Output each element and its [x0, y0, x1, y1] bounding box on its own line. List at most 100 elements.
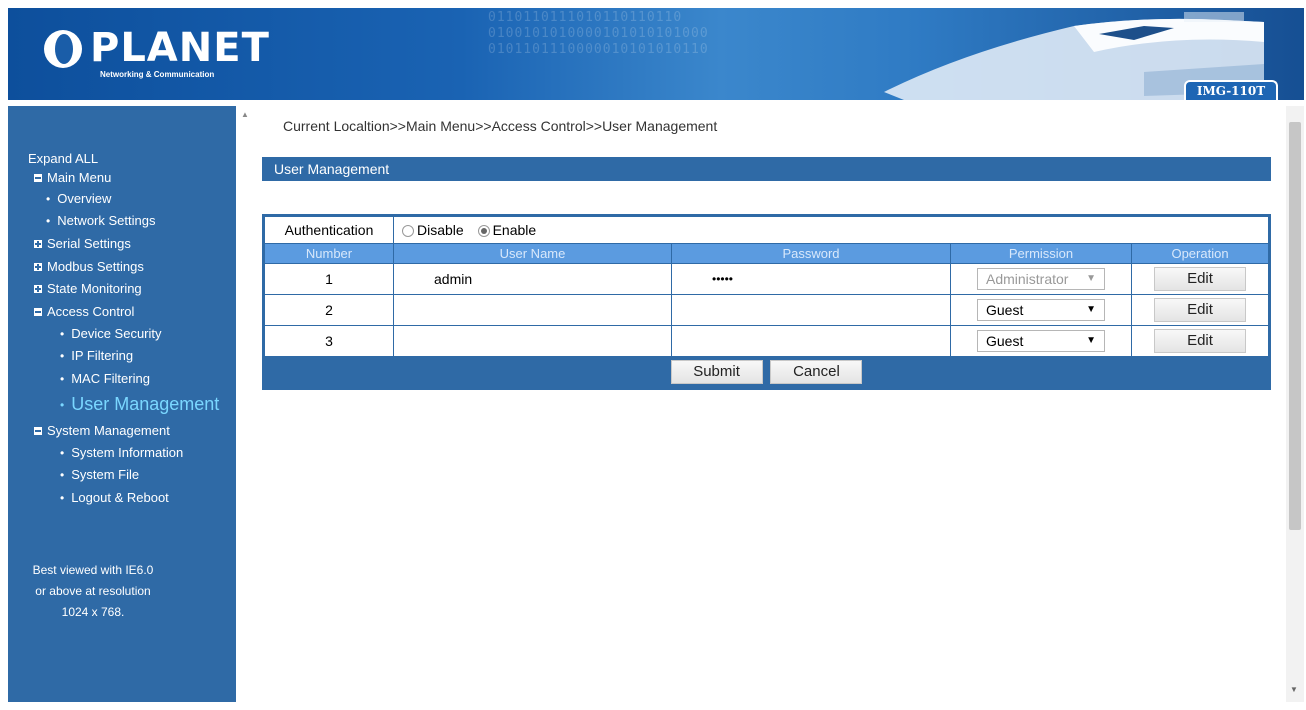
disable-radio[interactable]	[402, 225, 414, 238]
sidebar-item-main-menu[interactable]: Main Menu	[34, 170, 111, 185]
form-actions-row: Submit Cancel	[264, 356, 1269, 388]
sidebar-item-mac-filtering[interactable]: • MAC Filtering	[60, 371, 150, 386]
sidebar-item-label: System Management	[47, 423, 170, 438]
column-header-password: Password	[671, 243, 951, 264]
column-header-permission: Permission	[950, 243, 1132, 264]
sidebar-item-label: Serial Settings	[47, 236, 131, 251]
permission-cell: Administrator ▼	[950, 263, 1132, 295]
bullet-icon: •	[46, 213, 51, 228]
sidebar-item-device-security[interactable]: • Device Security	[60, 326, 162, 341]
sidebar-item-network-settings[interactable]: • Network Settings	[46, 213, 155, 228]
permission-cell: Guest ▼	[950, 294, 1132, 326]
sidebar-item-label: Main Menu	[47, 170, 112, 185]
bullet-icon: •	[60, 371, 65, 386]
sidebar-item-label: State Monitoring	[47, 281, 142, 296]
username-cell[interactable]	[393, 294, 672, 326]
collapse-icon	[34, 426, 42, 435]
password-cell[interactable]: •••••	[671, 263, 951, 295]
breadcrumb: Current Localtion>>Main Menu>>Access Con…	[283, 118, 718, 134]
bullet-icon: •	[60, 326, 65, 341]
operation-cell: Edit	[1131, 294, 1269, 326]
dropdown-arrow-icon: ▼	[1086, 273, 1096, 284]
authentication-label: Authentication	[264, 216, 394, 244]
sidebar-item-label: Access Control	[47, 304, 135, 319]
password-cell[interactable]	[671, 294, 951, 326]
dropdown-arrow-icon: ▼	[1086, 304, 1096, 315]
section-title: User Management	[262, 157, 1271, 181]
sidebar-item-label: Network Settings	[57, 213, 156, 228]
permission-cell: Guest ▼	[950, 325, 1132, 357]
sidebar-item-state-monitoring[interactable]: State Monitoring	[34, 281, 142, 296]
sidebar-item-label: IP Filtering	[71, 348, 134, 363]
expand-icon	[34, 284, 42, 293]
sidebar-item-label: Modbus Settings	[47, 259, 144, 274]
logo-tagline: Networking & Communication	[100, 70, 215, 79]
row-number: 3	[264, 325, 394, 357]
model-badge: IMG-110T	[1184, 80, 1278, 100]
sidebar-item-system-management[interactable]: System Management	[34, 423, 170, 438]
operation-cell: Edit	[1131, 325, 1269, 357]
sidebar-item-label: System File	[71, 467, 140, 482]
sidebar-item-overview[interactable]: • Overview	[46, 191, 111, 206]
password-cell[interactable]	[671, 325, 951, 357]
vertical-scrollbar[interactable]: ▼	[1286, 106, 1304, 702]
sidebar-item-system-file[interactable]: • System File	[60, 467, 139, 482]
edit-button[interactable]: Edit	[1154, 267, 1246, 291]
planet-logo-icon	[44, 30, 82, 68]
column-header-user-name: User Name	[393, 243, 672, 264]
permission-value: Guest	[986, 333, 1024, 349]
scroll-down-icon[interactable]: ▼	[1290, 685, 1298, 694]
header-banner: 0110110111010110110110 01001010100001010…	[8, 8, 1304, 100]
sidebar-item-label: Overview	[57, 191, 112, 206]
permission-value: Guest	[986, 302, 1024, 318]
expand-all-link[interactable]: Expand ALL	[28, 151, 98, 166]
sidebar-item-ip-filtering[interactable]: • IP Filtering	[60, 348, 133, 363]
permission-select: Administrator ▼	[977, 268, 1105, 290]
sidebar-item-logout-reboot[interactable]: • Logout & Reboot	[60, 490, 169, 505]
row-number: 1	[264, 263, 394, 295]
sidebar-item-system-information[interactable]: • System Information	[60, 445, 183, 460]
bullet-icon: •	[60, 397, 65, 412]
operation-cell: Edit	[1131, 263, 1269, 295]
submit-button[interactable]: Submit	[670, 360, 763, 384]
permission-select[interactable]: Guest ▼	[977, 299, 1105, 321]
bullet-icon: •	[60, 445, 65, 460]
best-viewed-note: Best viewed with IE6.0 or above at resol…	[8, 560, 178, 623]
form-actions: Submit Cancel	[264, 356, 1269, 388]
collapse-icon	[34, 173, 42, 182]
username-cell[interactable]: admin	[393, 263, 672, 295]
expand-icon	[34, 239, 42, 248]
disable-label: Disable	[417, 222, 464, 238]
sidebar-item-serial-settings[interactable]: Serial Settings	[34, 236, 131, 251]
best-viewed-line: 1024 x 768.	[61, 605, 125, 619]
bullet-icon: •	[60, 467, 65, 482]
collapse-icon	[34, 307, 42, 316]
scrollbar-thumb[interactable]	[1289, 122, 1301, 530]
username-cell[interactable]	[393, 325, 672, 357]
column-header-number: Number	[264, 243, 394, 264]
edit-button[interactable]: Edit	[1154, 298, 1246, 322]
edit-button[interactable]: Edit	[1154, 329, 1246, 353]
sidebar-item-modbus-settings[interactable]: Modbus Settings	[34, 259, 144, 274]
sidebar-item-label: Logout & Reboot	[71, 490, 169, 505]
sidebar: Expand ALL Main Menu • Overview • Networ…	[8, 106, 236, 702]
best-viewed-line: or above at resolution	[35, 584, 151, 598]
permission-value: Administrator	[986, 271, 1069, 287]
sidebar-item-access-control[interactable]: Access Control	[34, 304, 134, 319]
scroll-up-icon[interactable]: ▲	[241, 110, 251, 120]
table-row: 1 admin ••••• Administrator ▼ Edit	[264, 263, 1269, 295]
user-management-table: Authentication Disable Enable Number Use…	[262, 214, 1271, 390]
bullet-icon: •	[60, 348, 65, 363]
dropdown-arrow-icon: ▼	[1086, 335, 1096, 346]
cancel-button[interactable]: Cancel	[770, 360, 863, 384]
sidebar-item-user-management[interactable]: • User Management	[60, 394, 219, 415]
authentication-row: Authentication Disable Enable	[264, 216, 1269, 244]
bullet-icon: •	[46, 191, 51, 206]
sidebar-item-label: User Management	[71, 394, 220, 414]
sidebar-item-label: MAC Filtering	[71, 371, 150, 386]
logo-name: PLANET	[90, 25, 270, 71]
permission-select[interactable]: Guest ▼	[977, 330, 1105, 352]
app-window: 0110110111010110110110 01001010100001010…	[0, 0, 1306, 710]
enable-radio[interactable]	[477, 225, 490, 238]
sidebar-item-label: System Information	[71, 445, 184, 460]
